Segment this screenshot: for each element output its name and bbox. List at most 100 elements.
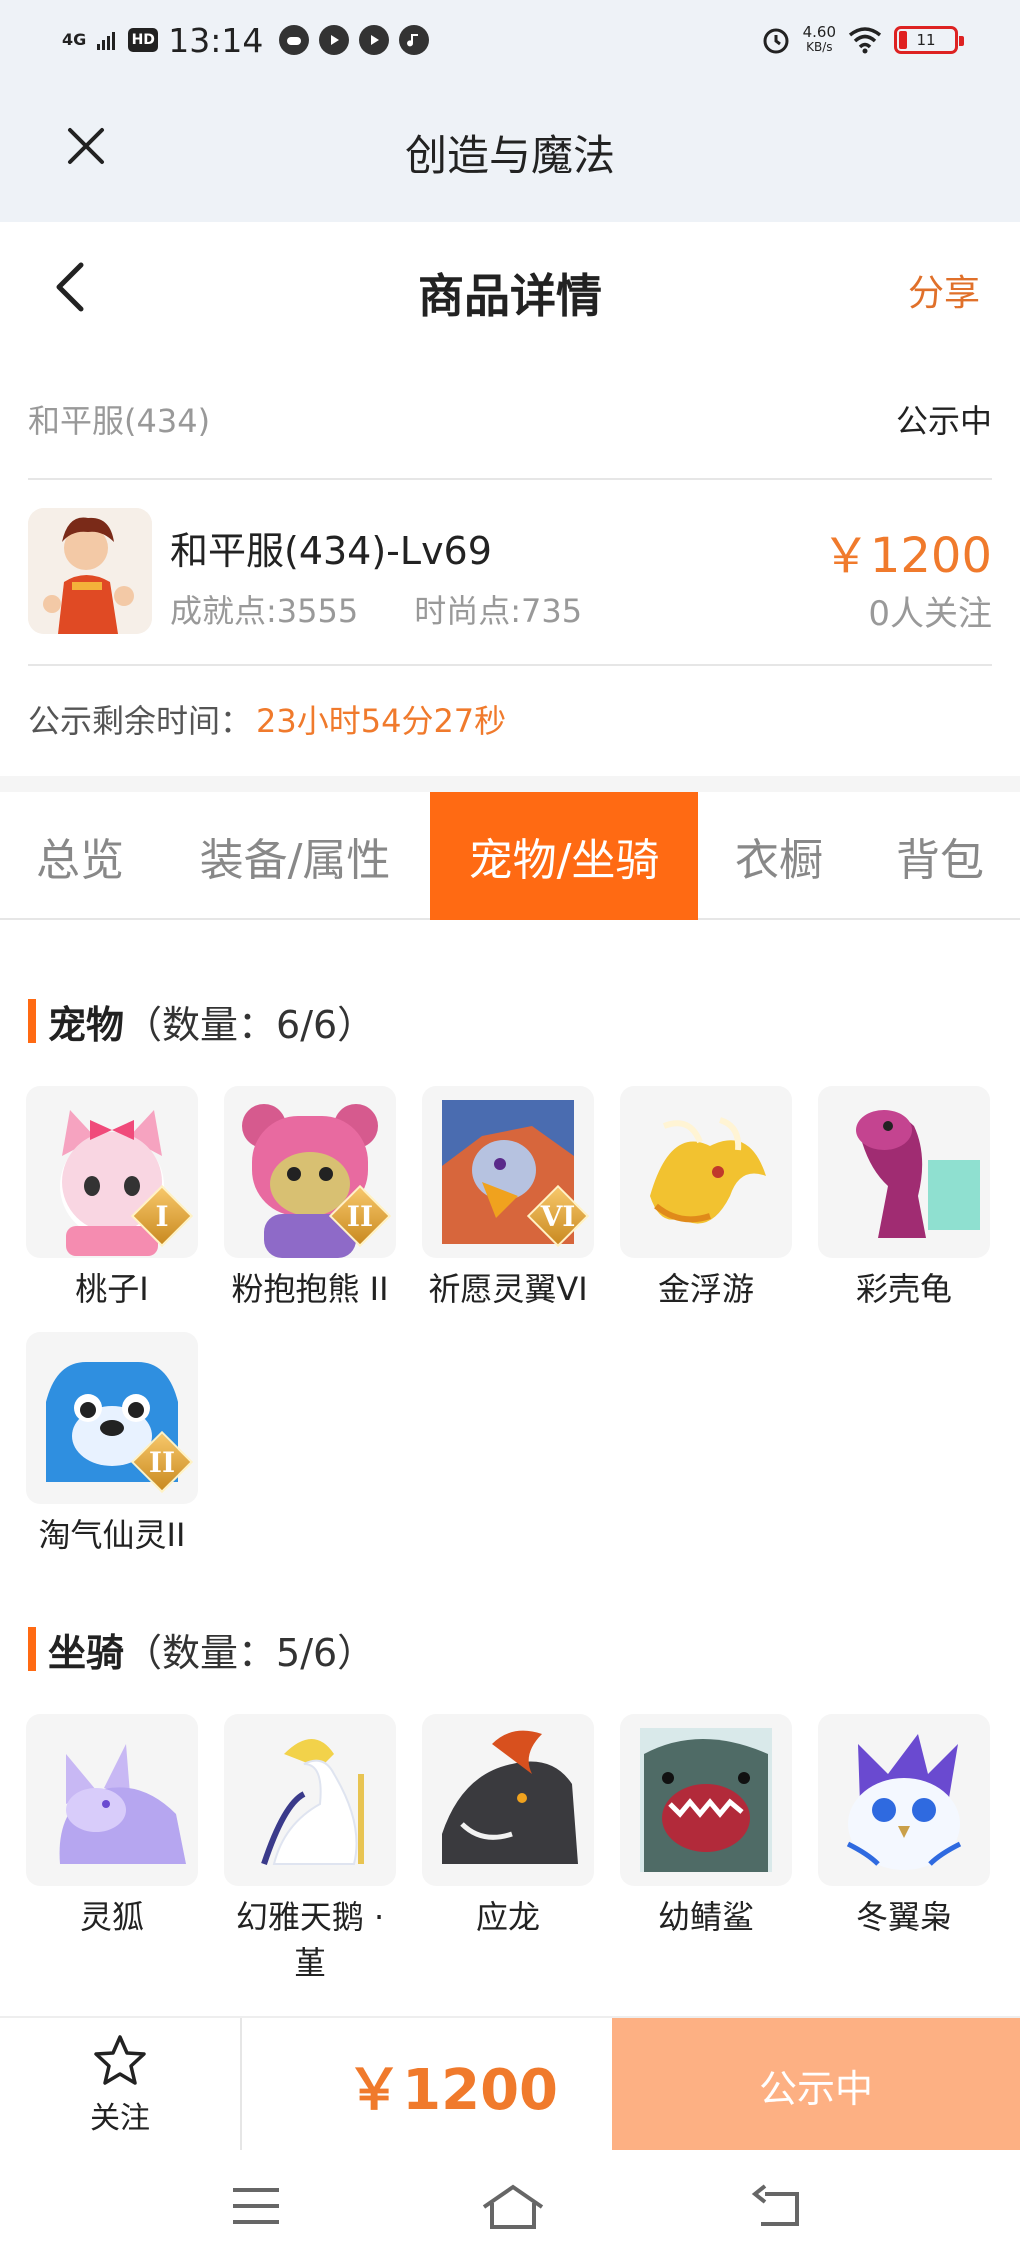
eagle-pet-icon: VI bbox=[422, 1086, 594, 1258]
bottom-action-bar: 关注 ￥1200 公示中 bbox=[0, 2016, 1020, 2152]
countdown-row: 公示剩余时间： 23小时54分27秒 bbox=[28, 666, 992, 776]
speed-unit: KB/s bbox=[806, 40, 833, 54]
pink-bear-pet-icon: II bbox=[224, 1086, 396, 1258]
follow-button[interactable]: 关注 bbox=[0, 2018, 242, 2152]
turtle-pet-icon bbox=[818, 1086, 990, 1258]
mount-name: 幻雅天鹅 · 堇 bbox=[235, 1898, 385, 1982]
tab-equipment[interactable]: 装备/属性 bbox=[160, 792, 430, 920]
wifi-icon bbox=[848, 27, 882, 54]
mount-item[interactable]: 冬翼枭 bbox=[818, 1714, 990, 1940]
battery-icon: 11 bbox=[894, 26, 964, 54]
shark-mount-icon bbox=[620, 1714, 792, 1886]
alarm-icon bbox=[763, 28, 789, 54]
pets-count: （数量：6/6） bbox=[124, 1002, 376, 1047]
tab-backpack[interactable]: 背包 bbox=[860, 792, 1020, 920]
back-icon[interactable] bbox=[746, 2178, 806, 2234]
pets-title: 宠物 bbox=[48, 1002, 125, 1047]
mini-app-title: 创造与魔法 bbox=[404, 131, 615, 180]
mount-name: 幼鲭鲨 bbox=[657, 1898, 754, 1936]
star-icon bbox=[94, 2035, 146, 2085]
pet-name: 桃子I bbox=[75, 1270, 149, 1308]
level-badge-text: II bbox=[346, 1199, 374, 1233]
detail-tabs: 总览 装备/属性 宠物/坐骑 衣橱 背包 bbox=[0, 792, 1020, 920]
status-bar: 4G HD 13:14 4.60 KB/s 11 bbox=[0, 0, 1020, 80]
pet-item[interactable]: 金浮游 bbox=[620, 1086, 792, 1312]
pet-item[interactable]: 彩壳龟 bbox=[818, 1086, 990, 1312]
network-speed: 4.60 KB/s bbox=[803, 25, 836, 55]
tab-wardrobe[interactable]: 衣橱 bbox=[698, 792, 860, 920]
mount-item[interactable]: 幼鲭鲨 bbox=[620, 1714, 792, 1940]
mini-app-header: 创造与魔法 bbox=[0, 80, 1020, 222]
server-row: 和平服(434) 公示中 bbox=[28, 352, 992, 480]
system-navigation-bar bbox=[0, 2150, 1020, 2267]
golden-dragon-pet-icon bbox=[620, 1086, 792, 1258]
play-icon bbox=[359, 25, 390, 55]
bottom-price: ￥1200 bbox=[346, 2057, 558, 2123]
pet-item[interactable]: I 桃子I bbox=[26, 1086, 198, 1312]
clock: 13:14 bbox=[168, 20, 264, 60]
level-badge-text: II bbox=[148, 1445, 176, 1479]
pets-section-title: 宠物 （数量：6/6） bbox=[28, 998, 375, 1047]
battery-level: 11 bbox=[916, 31, 936, 49]
speed-value: 4.60 bbox=[802, 23, 836, 41]
level-badge-text: I bbox=[155, 1199, 169, 1233]
mount-name: 冬翼枭 bbox=[855, 1898, 952, 1936]
pet-name: 金浮游 bbox=[657, 1270, 754, 1308]
gamepad-icon bbox=[279, 25, 310, 55]
mounts-section-title: 坐骑 （数量：5/6） bbox=[28, 1626, 375, 1675]
page-nav: 商品详情 分享 bbox=[0, 222, 1020, 352]
listing-status: 公示中 bbox=[895, 402, 992, 440]
mount-name: 灵狐 bbox=[79, 1898, 144, 1936]
character-stats: 成就点:3555 时尚点:735 bbox=[170, 586, 582, 632]
signal-icon bbox=[97, 32, 116, 50]
pet-item[interactable]: II 淘气仙灵II bbox=[26, 1332, 198, 1558]
play-icon bbox=[319, 25, 350, 55]
pink-cat-pet-icon: I bbox=[26, 1086, 198, 1258]
section-marker bbox=[28, 999, 36, 1043]
music-icon bbox=[399, 25, 430, 55]
swan-mount-icon bbox=[224, 1714, 396, 1886]
mount-item[interactable]: 灵狐 bbox=[26, 1714, 198, 1940]
pet-name: 彩壳龟 bbox=[855, 1270, 952, 1308]
dragon-mount-icon bbox=[422, 1714, 594, 1886]
pet-item[interactable]: II 粉抱抱熊 II bbox=[224, 1086, 396, 1312]
tab-pets-mounts[interactable]: 宠物/坐骑 bbox=[430, 792, 698, 920]
tab-overview[interactable]: 总览 bbox=[0, 792, 160, 920]
pet-name: 淘气仙灵II bbox=[38, 1516, 186, 1554]
achievement-points: 成就点:3555 bbox=[170, 592, 359, 630]
server-name: 和平服(434) bbox=[28, 402, 211, 440]
owl-mount-icon bbox=[818, 1714, 990, 1886]
mount-name: 应龙 bbox=[475, 1898, 540, 1936]
fox-mount-icon bbox=[26, 1714, 198, 1886]
countdown-label: 公示剩余时间： bbox=[28, 702, 253, 740]
level-badge-text: VI bbox=[540, 1199, 576, 1233]
character-summary[interactable]: 和平服(434)-Lv69 成就点:3555 时尚点:735 ￥1200 0人关… bbox=[28, 480, 992, 666]
character-name: 和平服(434)-Lv69 bbox=[170, 529, 492, 573]
blue-dog-pet-icon: II bbox=[26, 1332, 198, 1504]
network-indicator: 4G bbox=[62, 30, 87, 49]
fashion-points: 时尚点:735 bbox=[414, 592, 583, 630]
section-divider bbox=[0, 776, 1020, 792]
pet-name: 祈愿灵翼VI bbox=[428, 1270, 588, 1308]
hd-badge: HD bbox=[128, 28, 159, 52]
countdown-value: 23小时54分27秒 bbox=[256, 702, 507, 740]
mounts-count: （数量：5/6） bbox=[124, 1630, 376, 1675]
home-icon[interactable] bbox=[478, 2178, 548, 2234]
share-button[interactable]: 分享 bbox=[908, 264, 980, 316]
follower-count: 0人关注 bbox=[868, 594, 992, 634]
listing-status-button[interactable]: 公示中 bbox=[612, 2018, 1020, 2152]
top-area: 4G HD 13:14 4.60 KB/s 11 创造与魔法 bbox=[0, 0, 1020, 222]
mount-item[interactable]: 应龙 bbox=[422, 1714, 594, 1940]
pet-item[interactable]: VI 祈愿灵翼VI bbox=[422, 1086, 594, 1312]
character-avatar bbox=[28, 508, 152, 634]
pet-name: 粉抱抱熊 II bbox=[231, 1270, 389, 1308]
mount-item[interactable]: 幻雅天鹅 · 堇 bbox=[224, 1714, 396, 1986]
status-left: 4G HD 13:14 bbox=[62, 18, 430, 62]
section-marker bbox=[28, 1627, 36, 1671]
status-right: 4.60 KB/s 11 bbox=[761, 20, 964, 60]
menu-icon[interactable] bbox=[226, 2178, 286, 2234]
follow-label: 关注 bbox=[90, 2101, 150, 2136]
price: ￥1200 bbox=[821, 528, 992, 584]
page-title: 商品详情 bbox=[418, 269, 602, 323]
mounts-title: 坐骑 bbox=[48, 1630, 125, 1675]
